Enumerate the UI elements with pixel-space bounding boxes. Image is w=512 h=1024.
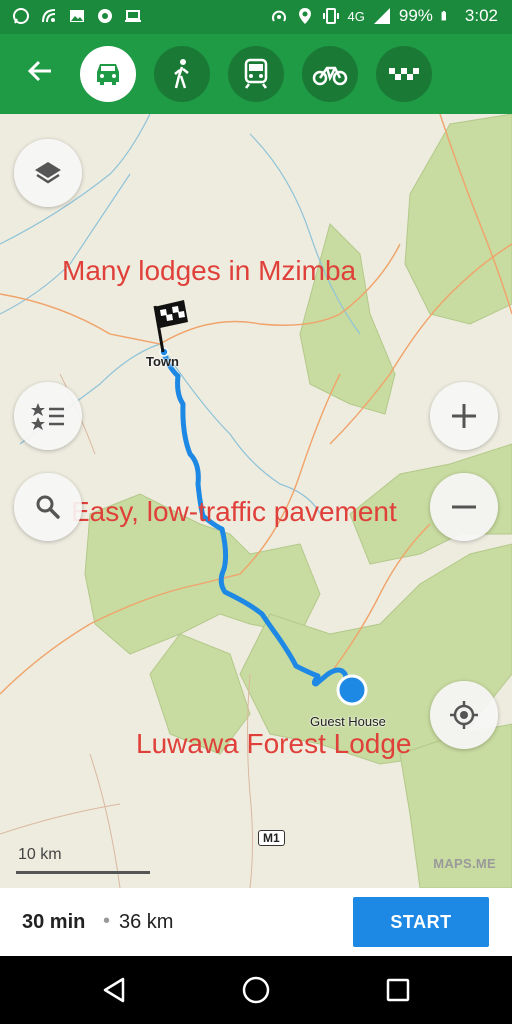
bike-mode-button[interactable] [302, 46, 358, 102]
battery-percent: 99% [398, 6, 433, 25]
layers-button[interactable] [14, 139, 82, 207]
network-type: 4G [347, 8, 365, 24]
hotspot-icon [271, 10, 286, 22]
status-bar: 4G 99% 3:02 [0, 0, 512, 34]
location-icon [298, 8, 311, 24]
car-icon [97, 64, 119, 85]
recents-square-icon [386, 978, 410, 1002]
plus-icon [452, 404, 476, 428]
image-icon [70, 10, 84, 22]
wifi-calling-icon [42, 9, 56, 23]
record-icon [98, 9, 112, 23]
battery-icon [441, 11, 446, 21]
arrow-left-icon [27, 60, 51, 82]
train-icon [244, 58, 268, 89]
scale-bar [16, 871, 150, 874]
pedestrian-icon [174, 59, 189, 89]
destination-marker [336, 674, 368, 706]
laptop-icon [125, 10, 141, 22]
nav-home-button[interactable] [236, 972, 276, 1008]
annotation-bottom: Luwawa Forest Lodge [136, 728, 412, 759]
minus-icon [452, 505, 476, 509]
route-time: 30 min [22, 911, 86, 933]
taxi-icon [389, 68, 419, 80]
maps-me-logo: MAPS.ME [433, 856, 496, 871]
transit-mode-button[interactable] [228, 46, 284, 102]
vibrate-icon [322, 8, 339, 24]
system-nav-bar [0, 956, 512, 1024]
layers-icon [35, 162, 61, 184]
search-icon [36, 495, 60, 519]
zoom-in-button[interactable] [430, 382, 498, 450]
scale-label: 10 km [18, 846, 62, 863]
route-summary-panel: 30 min • 36 km START [0, 888, 512, 956]
start-button[interactable]: START [353, 897, 489, 947]
search-button[interactable] [14, 473, 82, 541]
taxi-mode-button[interactable] [376, 46, 432, 102]
annotation-middle: Easy, low-traffic pavement [71, 496, 397, 527]
crosshair-icon [450, 701, 478, 729]
route-separator: • [103, 910, 111, 932]
end-place-label: Guest House [310, 714, 386, 729]
route-distance: 36 km [119, 911, 174, 933]
triangle-back-icon [103, 977, 125, 1003]
route-mode-toolbar [0, 34, 512, 114]
annotation-top: Many lodges in Mzimba [62, 255, 357, 286]
my-location-button[interactable] [430, 681, 498, 749]
whatsapp-icon [13, 8, 29, 24]
walk-mode-button[interactable] [154, 46, 210, 102]
system-icons: 4G 99% 3:02 [270, 6, 498, 26]
map-view[interactable]: Town Guest House M1 Many lodges in Mzimb… [0, 114, 512, 888]
signal-icon [373, 8, 390, 24]
road-shield: M1 [258, 830, 285, 846]
home-circle-icon [242, 976, 270, 1004]
bicycle-icon [312, 66, 348, 86]
back-button[interactable] [22, 56, 58, 92]
nav-back-button[interactable] [94, 972, 134, 1008]
notification-icons [12, 7, 142, 25]
bookmarks-button[interactable] [14, 382, 82, 450]
clock: 3:02 [464, 6, 498, 25]
bookmarks-list-icon [31, 403, 64, 430]
zoom-out-button[interactable] [430, 473, 498, 541]
nav-recents-button[interactable] [378, 972, 418, 1008]
start-place-label: Town [146, 354, 179, 369]
car-mode-button[interactable] [80, 46, 136, 102]
